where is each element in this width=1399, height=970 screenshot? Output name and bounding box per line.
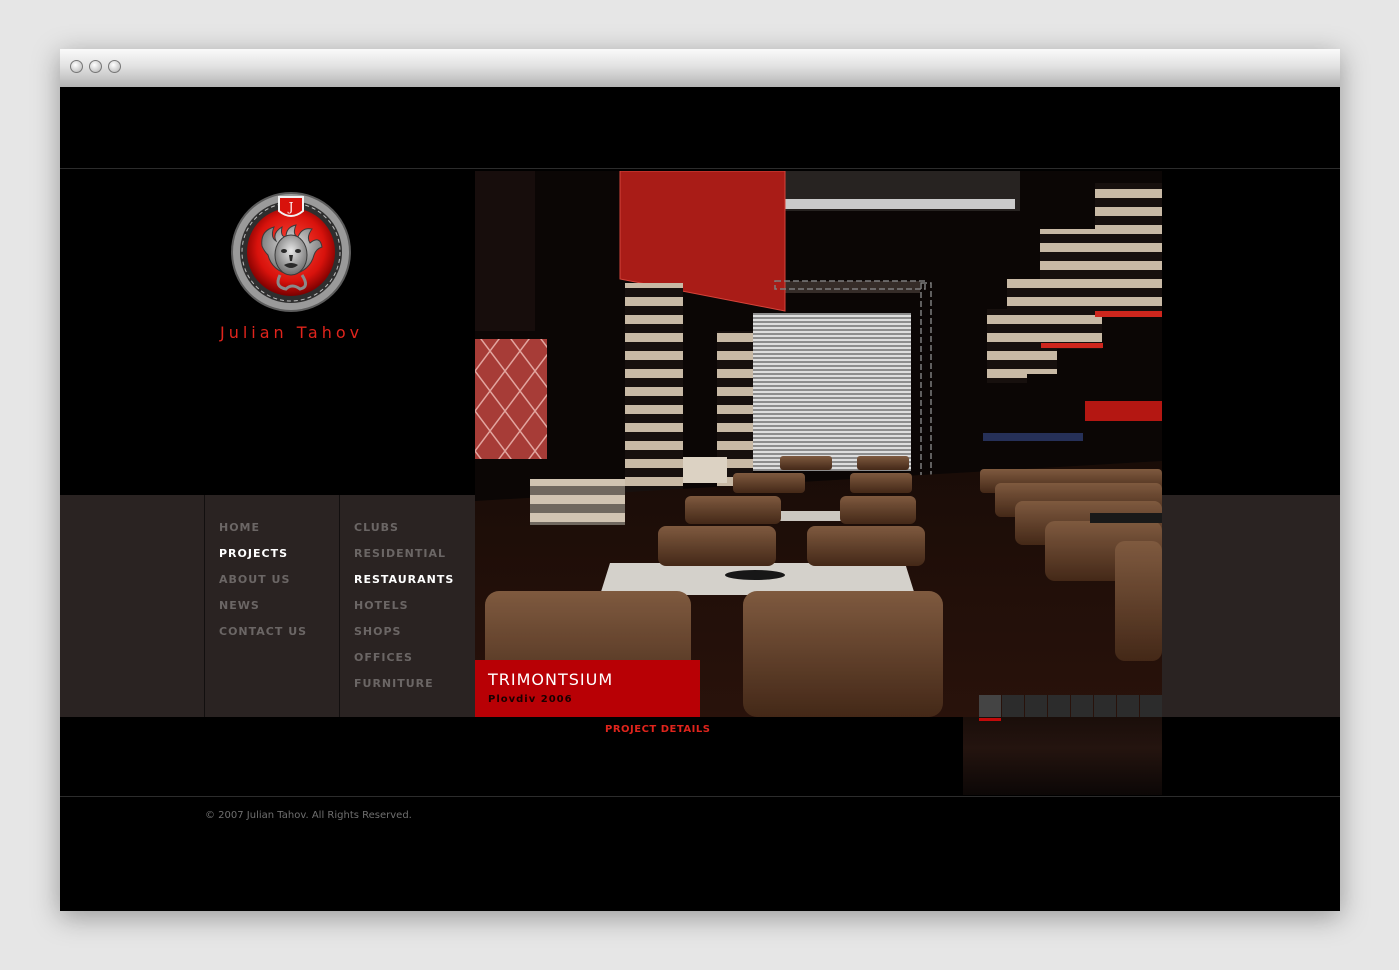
gallery-thumbnail[interactable] xyxy=(1140,695,1162,717)
gallery-thumbnail[interactable] xyxy=(1002,695,1024,717)
gallery-thumbnail[interactable] xyxy=(1048,695,1070,717)
window-zoom-button[interactable] xyxy=(108,60,121,73)
project-details-link[interactable]: PROJECT DETAILS xyxy=(605,724,710,735)
window-close-button[interactable] xyxy=(70,60,83,73)
gallery-thumbnail[interactable] xyxy=(1071,695,1093,717)
subnav-item-hotels[interactable]: HOTELS xyxy=(354,593,454,619)
gallery-thumbnail[interactable] xyxy=(1117,695,1139,717)
nav-column-divider xyxy=(204,495,205,717)
active-thumbnail-indicator xyxy=(979,718,1001,721)
project-location-year: Plovdiv 2006 xyxy=(488,694,573,705)
gallery-thumbnail[interactable] xyxy=(979,695,1001,717)
nav-item-news[interactable]: NEWS xyxy=(219,593,307,619)
subnav-item-offices[interactable]: OFFICES xyxy=(354,645,454,671)
copyright-text: © 2007 Julian Tahov. All Rights Reserved… xyxy=(205,810,412,821)
project-title: TRIMONTSIUM xyxy=(488,670,614,689)
subnav-item-furniture[interactable]: FURNITURE xyxy=(354,671,454,697)
thumbnail-strip-backdrop xyxy=(963,717,1162,795)
nav-item-home[interactable]: HOME xyxy=(219,515,307,541)
subnav-column-divider xyxy=(339,495,340,717)
nav-item-projects[interactable]: PROJECTS xyxy=(219,541,307,567)
web-page: J Julian Tahov HOME PROJECTS ABOUT US NE… xyxy=(60,87,1340,911)
subnav-item-restaurants[interactable]: RESTAURANTS xyxy=(354,567,454,593)
header-divider xyxy=(60,168,1340,169)
project-photo xyxy=(475,171,1162,717)
subnav-item-residential[interactable]: RESIDENTIAL xyxy=(354,541,454,567)
main-navigation: HOME PROJECTS ABOUT US NEWS CONTACT US xyxy=(219,515,307,645)
footer-divider xyxy=(60,796,1340,797)
medusa-emblem-icon[interactable]: J xyxy=(230,191,352,313)
svg-text:J: J xyxy=(287,200,294,214)
nav-item-contact-us[interactable]: CONTACT US xyxy=(219,619,307,645)
subnav-item-shops[interactable]: SHOPS xyxy=(354,619,454,645)
nav-item-about-us[interactable]: ABOUT US xyxy=(219,567,307,593)
gallery-thumbnail[interactable] xyxy=(1025,695,1047,717)
gallery-thumbnail[interactable] xyxy=(1094,695,1116,717)
brand-name: Julian Tahov xyxy=(220,323,364,342)
subnav-item-clubs[interactable]: CLUBS xyxy=(354,515,454,541)
window-titlebar xyxy=(60,49,1340,87)
project-caption: TRIMONTSIUM Plovdiv 2006 xyxy=(475,660,700,717)
browser-window: J Julian Tahov HOME PROJECTS ABOUT US NE… xyxy=(60,49,1340,911)
projects-subnavigation: CLUBS RESIDENTIAL RESTAURANTS HOTELS SHO… xyxy=(354,515,454,697)
gallery-thumbnails xyxy=(979,695,1162,717)
window-minimize-button[interactable] xyxy=(89,60,102,73)
